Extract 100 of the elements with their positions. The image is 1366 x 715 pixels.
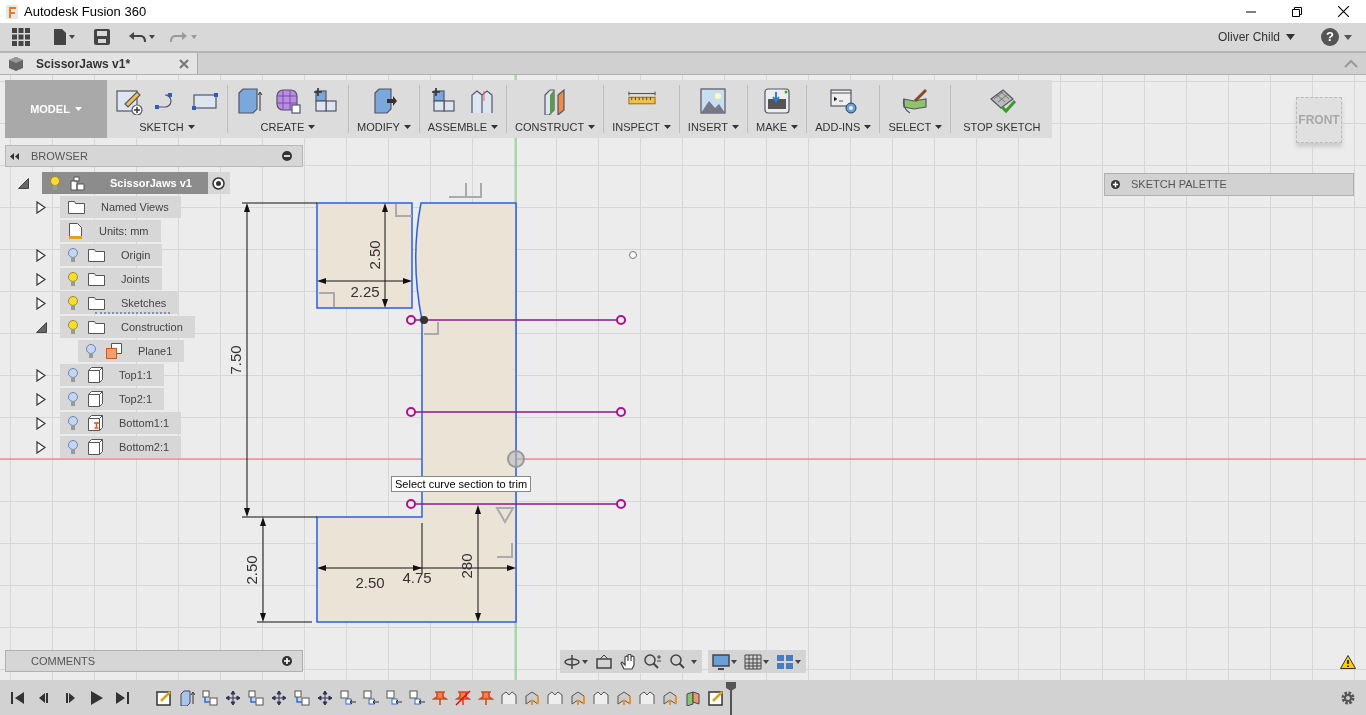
tree-item[interactable]: Named Views xyxy=(60,196,181,218)
pin-icon[interactable] xyxy=(432,689,448,706)
toolbar-menu[interactable]: INSPECT xyxy=(612,119,671,136)
file-icon[interactable] xyxy=(54,29,76,45)
dimension-value[interactable]: 2.50 xyxy=(355,574,385,591)
tool-icon[interactable] xyxy=(829,87,858,115)
split-body-icon[interactable] xyxy=(685,689,701,706)
unpin-icon[interactable] xyxy=(455,689,471,706)
joint-icon[interactable] xyxy=(294,689,310,706)
tree-item[interactable]: Bottom2:1 xyxy=(60,436,182,458)
grid-icon[interactable] xyxy=(744,653,770,670)
skip-to-end-icon[interactable] xyxy=(114,689,130,706)
user-menu[interactable]: Oliver Child xyxy=(1218,28,1295,46)
move-icon[interactable] xyxy=(271,689,287,706)
constraint-icon[interactable] xyxy=(409,689,425,706)
collapsed-arrow-icon[interactable] xyxy=(36,368,46,382)
toolbar-menu[interactable]: MODIFY xyxy=(357,119,411,136)
collapsed-arrow-icon[interactable] xyxy=(36,200,46,214)
undo-icon[interactable] xyxy=(128,30,156,44)
collapsed-arrow-icon[interactable] xyxy=(36,248,46,262)
skip-to-start-icon[interactable] xyxy=(10,689,26,706)
move-icon[interactable] xyxy=(225,689,241,706)
save-icon[interactable] xyxy=(94,29,110,45)
collapsed-arrow-icon[interactable] xyxy=(36,440,46,454)
dimension-value[interactable]: 2.50 xyxy=(243,555,260,585)
expanded-arrow-icon[interactable] xyxy=(36,321,47,333)
collapsed-arrow-icon[interactable] xyxy=(36,416,46,430)
toolbar-menu[interactable]: STOP SKETCH xyxy=(963,119,1041,136)
plus-icon[interactable] xyxy=(282,656,292,666)
constraint-icon[interactable] xyxy=(363,689,379,706)
timeline-marker[interactable] xyxy=(726,680,736,715)
pan-hand-icon[interactable] xyxy=(620,653,636,670)
tree-item[interactable]: Bottom1:1 xyxy=(60,412,182,434)
tool-icon[interactable] xyxy=(274,87,302,115)
toolbar-menu[interactable]: SELECT xyxy=(888,119,943,136)
comments-panel-header[interactable]: COMMENTS xyxy=(5,650,303,672)
tree-item[interactable]: Sketches xyxy=(60,292,179,314)
settings-icon[interactable] xyxy=(1340,689,1356,706)
plus-icon[interactable] xyxy=(1111,180,1120,189)
document-tab[interactable]: ScissorJaws v1* xyxy=(0,53,198,74)
collapsed-arrow-icon[interactable] xyxy=(36,272,46,286)
viewports-icon[interactable] xyxy=(776,653,802,670)
apps-grid-icon[interactable] xyxy=(12,28,30,46)
minus-icon[interactable] xyxy=(282,151,292,161)
fold-icon[interactable] xyxy=(501,689,517,706)
dimension-value[interactable]: 4.75 xyxy=(402,569,432,586)
orbit-icon[interactable] xyxy=(564,653,588,670)
tree-item[interactable]: Top1:1 xyxy=(60,364,165,386)
collapse-left-icon[interactable] xyxy=(10,152,20,160)
tool-icon[interactable] xyxy=(901,87,930,115)
sketch-point[interactable] xyxy=(420,316,428,324)
bend-icon[interactable] xyxy=(570,689,586,706)
tool-icon[interactable] xyxy=(429,87,458,115)
tool-icon[interactable] xyxy=(699,87,728,115)
expanded-arrow-icon[interactable] xyxy=(18,177,29,189)
fold-icon[interactable] xyxy=(547,689,563,706)
joint-icon[interactable] xyxy=(202,689,218,706)
bend-icon[interactable] xyxy=(662,689,678,706)
collapsed-arrow-icon[interactable] xyxy=(36,392,46,406)
bend-icon[interactable] xyxy=(616,689,632,706)
pin-icon[interactable] xyxy=(478,689,494,706)
tool-icon[interactable] xyxy=(312,87,340,115)
look-at-icon[interactable] xyxy=(596,654,612,669)
bend-icon[interactable] xyxy=(524,689,540,706)
sketch-icon[interactable] xyxy=(156,689,172,706)
sketch-palette-header[interactable]: SKETCH PALETTE xyxy=(1104,173,1354,196)
move-icon[interactable] xyxy=(317,689,333,706)
browser-panel-header[interactable]: BROWSER xyxy=(5,145,303,167)
toolbar-menu[interactable]: CONSTRUCT xyxy=(515,119,596,136)
fold-icon[interactable] xyxy=(593,689,609,706)
display-settings-icon[interactable] xyxy=(712,653,738,670)
tree-item[interactable]: Origin xyxy=(60,244,163,266)
tree-item[interactable]: Top2:1 xyxy=(60,388,165,410)
toolbar-menu[interactable]: INSERT xyxy=(687,119,739,136)
tool-icon[interactable] xyxy=(763,87,792,115)
dimension-value[interactable]: 2.25 xyxy=(350,283,380,300)
play-icon[interactable] xyxy=(88,689,104,706)
sketch-icon[interactable] xyxy=(708,689,724,706)
zoom-icon[interactable] xyxy=(644,653,662,670)
warning-icon[interactable] xyxy=(1340,655,1356,669)
dimension-value[interactable]: 2.50 xyxy=(366,240,383,270)
constraint-icon[interactable] xyxy=(386,689,402,706)
zoom-window-icon[interactable] xyxy=(670,653,698,670)
joint-icon[interactable] xyxy=(248,689,264,706)
collapsed-arrow-icon[interactable] xyxy=(36,296,46,310)
tree-item[interactable]: Units: mm xyxy=(60,220,161,242)
dimension-value[interactable]: 280 xyxy=(458,553,475,579)
fold-icon[interactable] xyxy=(639,689,655,706)
toolbar-menu[interactable]: SKETCH xyxy=(139,119,195,136)
tree-item[interactable]: Plane1 xyxy=(78,340,185,362)
toolbar-menu[interactable]: ADD-INS xyxy=(815,119,872,136)
restore-icon[interactable] xyxy=(1292,6,1302,17)
tool-icon[interactable] xyxy=(115,87,143,115)
tree-item[interactable]: Joints xyxy=(60,268,162,290)
dimension-value[interactable]: 7.50 xyxy=(227,345,244,375)
tree-item[interactable]: Construction xyxy=(60,316,195,338)
toolbar-menu[interactable]: ASSEMBLE xyxy=(427,119,499,136)
radio-button[interactable] xyxy=(212,176,226,190)
toolbar-menu[interactable]: MAKE xyxy=(756,119,799,136)
extrude-icon[interactable] xyxy=(179,689,195,706)
